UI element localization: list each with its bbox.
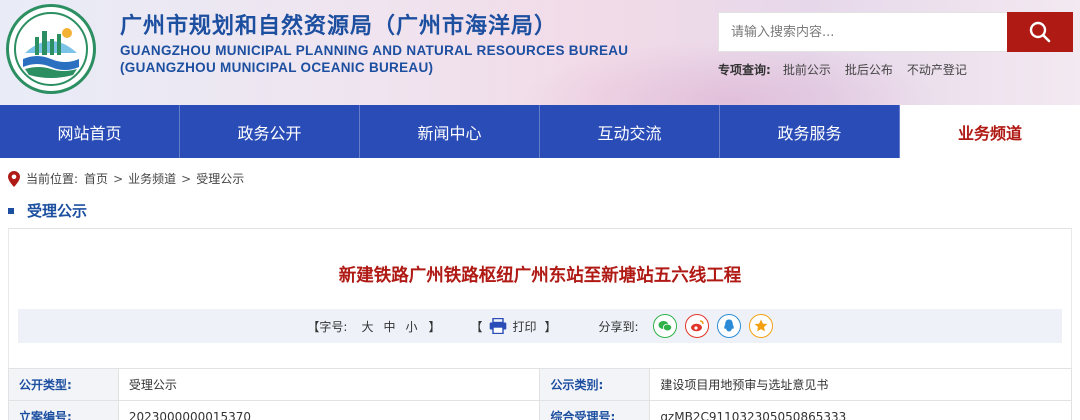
site-title-cn: 广州市规划和自然资源局（广州市海洋局）: [120, 14, 558, 39]
share-wechat-button[interactable]: [652, 314, 677, 338]
share-label: 分享到:: [598, 319, 639, 334]
nav-item-gov-affairs[interactable]: 政务公开: [180, 105, 360, 158]
font-size-label: 【字号:: [307, 319, 348, 334]
table-row: 公开类型: 受理公示 公示类别: 建设项目用地预审与选址意见书: [8, 368, 1072, 401]
site-logo[interactable]: [6, 4, 96, 94]
special-link-real-estate[interactable]: 不动产登记: [907, 61, 967, 78]
share-favorite-button[interactable]: [748, 314, 773, 338]
site-header: 广州市规划和自然资源局（广州市海洋局） GUANGZHOU MUNICIPAL …: [0, 0, 1080, 105]
info-table: 公开类型: 受理公示 公示类别: 建设项目用地预审与选址意见书 立案编号: 20…: [8, 368, 1072, 420]
breadcrumb-business[interactable]: 业务频道: [128, 170, 176, 187]
special-query-label: 专项查询:: [718, 63, 771, 77]
breadcrumb-home[interactable]: 首页: [84, 170, 108, 187]
nav-item-interaction[interactable]: 互动交流: [540, 105, 720, 158]
nav-item-business[interactable]: 业务频道: [900, 105, 1080, 158]
breadcrumb-separator: >: [113, 171, 124, 186]
font-medium-button[interactable]: 中: [383, 318, 395, 335]
print-bracket-open: 【: [470, 319, 483, 334]
font-small-button[interactable]: 小: [405, 318, 417, 335]
printer-icon: [489, 318, 506, 334]
font-size-bracket: 】: [428, 319, 441, 334]
search-icon: [1029, 21, 1051, 43]
print-label: 打印: [512, 319, 537, 334]
table-row: 立案编号: 2023000000015370 综合受理号: gzMB2C9110…: [8, 400, 1072, 420]
font-size-group: 【字号: 大 中 小 】: [307, 318, 440, 335]
info-key-public-type: 公开类型:: [8, 368, 119, 401]
section-title: 受理公示: [27, 202, 88, 220]
share-group: 分享到:: [599, 314, 773, 338]
site-title-en: GUANGZHOU MUNICIPAL PLANNING AND NATURAL…: [120, 43, 629, 58]
share-qq-button[interactable]: [716, 314, 741, 338]
info-value-acceptance-number: gzMB2C911032305050865333: [649, 400, 1072, 420]
print-button[interactable]: 【 打印 】: [471, 318, 557, 335]
print-bracket-close: 】: [544, 319, 557, 334]
font-large-button[interactable]: 大: [361, 318, 373, 335]
section-bullet-icon: [8, 207, 14, 214]
wechat-icon: [658, 321, 672, 332]
info-value-category: 建设项目用地预审与选址意见书: [649, 368, 1072, 401]
info-key-category: 公示类别:: [539, 368, 651, 401]
qq-icon: [723, 319, 734, 332]
breadcrumb-current[interactable]: 受理公示: [196, 170, 244, 187]
location-pin-icon: [8, 170, 20, 187]
nav-item-services[interactable]: 政务服务: [720, 105, 900, 158]
article-toolbar: 【字号: 大 中 小 】 【 打印 】 分享到:: [18, 309, 1062, 343]
section-heading: 受理公示: [8, 200, 87, 221]
article-title: 新建铁路广州铁路枢纽广州东站至新塘站五六线工程: [338, 266, 742, 286]
search-button[interactable]: [1007, 12, 1073, 52]
main-nav: 网站首页 政务公开 新闻中心 互动交流 政务服务 业务频道: [0, 105, 1080, 158]
weibo-icon: [690, 320, 704, 332]
search-input[interactable]: [718, 12, 1007, 52]
nav-item-home[interactable]: 网站首页: [0, 105, 180, 158]
special-link-pre-approval[interactable]: 批前公示: [783, 61, 831, 78]
logo-emblem-icon: [14, 12, 88, 86]
nav-item-news[interactable]: 新闻中心: [360, 105, 540, 158]
info-key-case-number: 立案编号:: [8, 400, 119, 420]
info-value-public-type: 受理公示: [117, 368, 541, 401]
breadcrumb-separator: >: [181, 171, 192, 186]
breadcrumb-prefix: 当前位置:: [26, 172, 79, 186]
breadcrumb: 当前位置: 首页 > 业务频道 > 受理公示: [8, 170, 244, 187]
site-subtitle-en: (GUANGZHOU MUNICIPAL OCEANIC BUREAU): [120, 60, 434, 75]
star-icon: [754, 319, 767, 332]
info-key-acceptance-number: 综合受理号:: [539, 400, 651, 420]
special-query-bar: 专项查询: 批前公示 批后公布 不动产登记: [718, 61, 967, 78]
info-value-case-number: 2023000000015370: [117, 400, 541, 420]
share-weibo-button[interactable]: [684, 314, 709, 338]
special-link-post-approval[interactable]: 批后公布: [845, 61, 893, 78]
